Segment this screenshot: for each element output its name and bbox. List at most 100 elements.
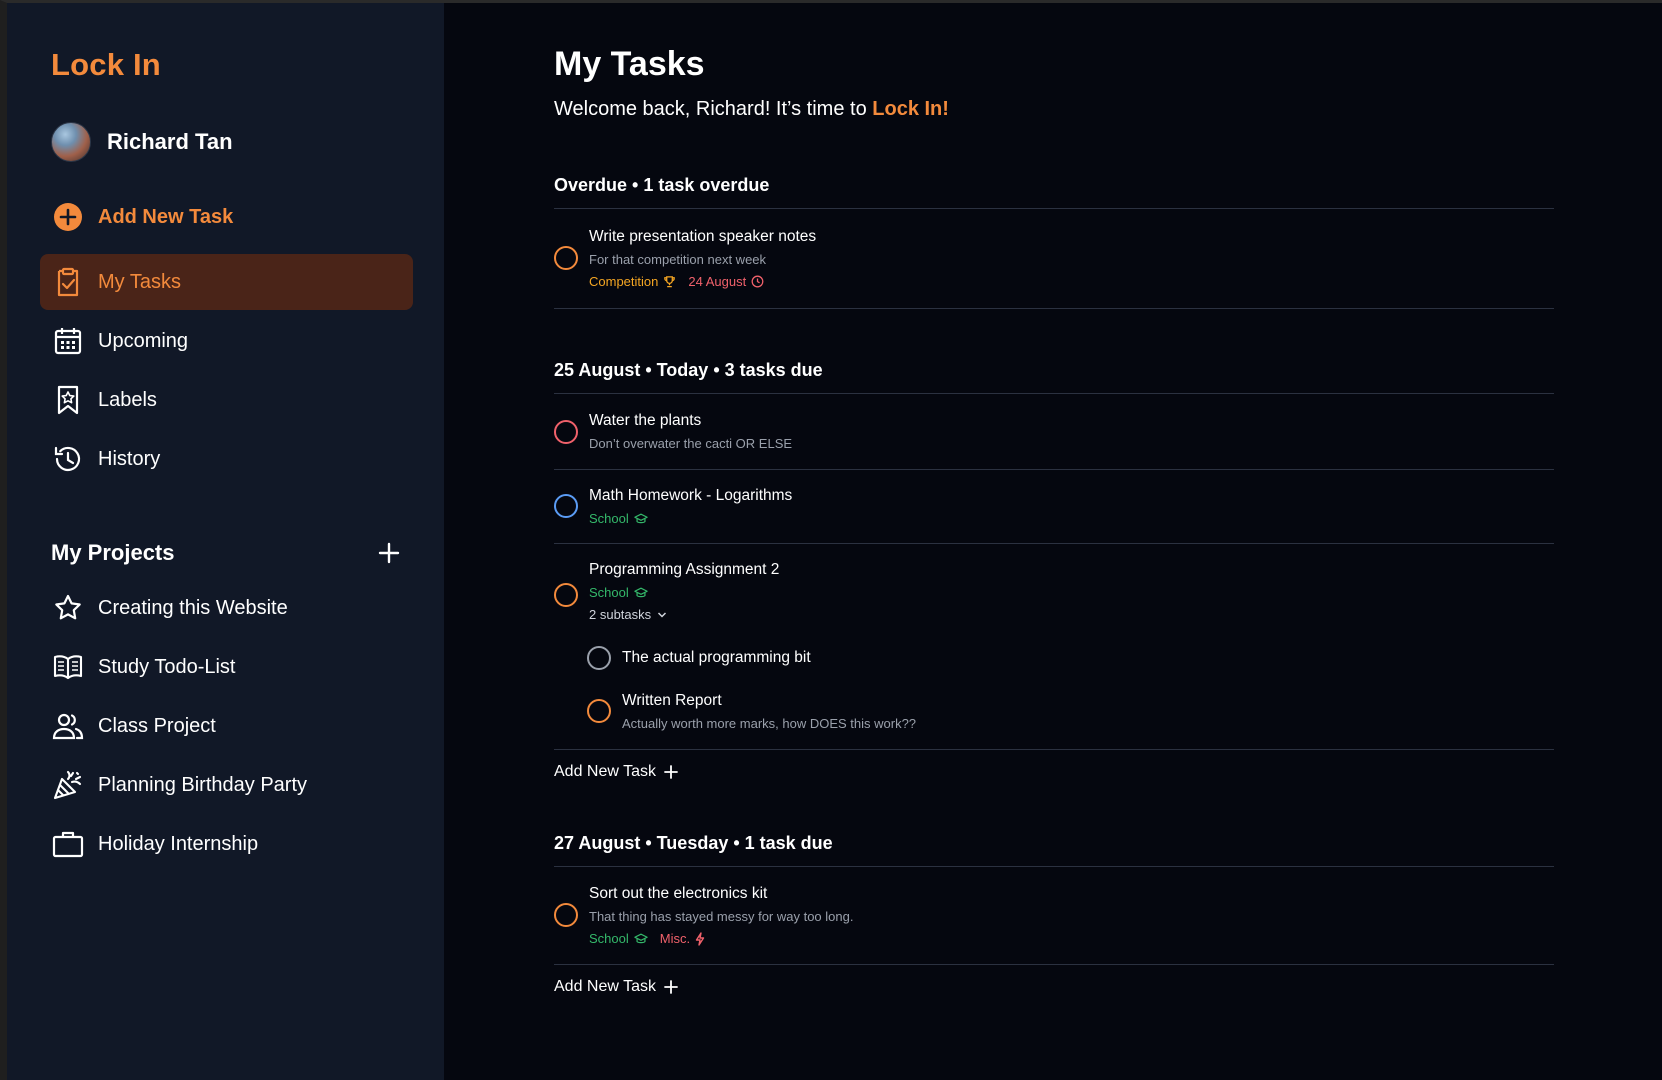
tag-label: School — [589, 511, 629, 526]
project-label: Creating this Website — [98, 596, 288, 619]
tag-due-date[interactable]: 24 August — [688, 274, 764, 289]
task-item[interactable]: Math Homework - Logarithms School — [554, 469, 1554, 543]
add-task-label: Add New Task — [554, 763, 656, 780]
subtask-complete-checkbox[interactable] — [587, 646, 611, 670]
project-label: Study Todo-List — [98, 655, 236, 678]
add-new-task-button[interactable]: Add New Task — [40, 189, 413, 245]
subtasks-count: 2 subtasks — [589, 607, 652, 622]
task-description: That thing has stayed messy for way too … — [589, 909, 854, 924]
add-task-label: Add New Task — [554, 978, 656, 995]
task-description: For that competition next week — [589, 252, 767, 267]
section-heading-overdue: Overdue • 1 task overdue — [554, 175, 770, 195]
welcome-accent: Lock In! — [872, 98, 949, 120]
task-description: Don’t overwater the cacti OR ELSE — [589, 436, 793, 451]
tag-misc[interactable]: Misc. — [660, 931, 705, 946]
project-item-creating-this-website[interactable]: Creating this Website — [40, 580, 413, 636]
avatar[interactable] — [51, 122, 91, 162]
subtask-complete-checkbox[interactable] — [587, 699, 611, 723]
divider — [554, 964, 1554, 965]
sidebar-item-label: My Tasks — [98, 270, 181, 293]
tag-label: 24 August — [688, 274, 747, 289]
projects-title: My Projects — [51, 540, 175, 565]
plus-circle-icon — [52, 201, 84, 233]
project-label: Planning Birthday Party — [98, 773, 308, 796]
task-complete-checkbox[interactable] — [554, 583, 578, 607]
graduation-cap-icon — [634, 587, 648, 597]
project-item-planning-birthday-party[interactable]: Planning Birthday Party — [40, 757, 413, 813]
projects-header: My Projects — [51, 539, 403, 567]
task-complete-checkbox[interactable] — [554, 246, 578, 270]
tag-school[interactable]: School — [589, 585, 648, 600]
sidebar-item-label: Labels — [98, 388, 157, 411]
tag-label: Competition — [589, 274, 659, 289]
task-tags: School — [589, 585, 660, 600]
subtasks-toggle[interactable]: 2 subtasks — [589, 607, 667, 622]
divider — [554, 308, 1554, 309]
project-item-class-project[interactable]: Class Project — [40, 698, 413, 754]
tag-school[interactable]: School — [589, 511, 648, 526]
sidebar-item-my-tasks[interactable]: My Tasks — [40, 254, 413, 310]
sidebar-item-labels[interactable]: Labels — [40, 372, 413, 428]
history-icon — [52, 443, 84, 475]
task-title: Programming Assignment 2 — [589, 561, 780, 578]
task-complete-checkbox[interactable] — [554, 494, 578, 518]
clock-icon — [751, 275, 764, 288]
plus-icon — [664, 980, 678, 994]
clipboard-check-icon — [52, 266, 84, 298]
bookmark-star-icon — [52, 384, 84, 416]
add-task-button-tuesday[interactable]: Add New Task — [554, 978, 678, 996]
task-title: Water the plants — [589, 412, 702, 429]
tag-label: School — [589, 585, 629, 600]
lightning-icon — [695, 931, 705, 946]
welcome-text: Welcome back, Richard! It’s time to — [554, 98, 873, 120]
sidebar-item-upcoming[interactable]: Upcoming — [40, 313, 413, 369]
plus-icon — [664, 765, 678, 779]
subtask-title: The actual programming bit — [622, 649, 811, 666]
task-item[interactable]: Sort out the electronics kit That thing … — [554, 866, 1554, 964]
task-title: Sort out the electronics kit — [589, 885, 768, 902]
task-complete-checkbox[interactable] — [554, 420, 578, 444]
welcome-message: Welcome back, Richard! It’s time to Lock… — [554, 98, 949, 121]
user-profile[interactable]: Richard Tan — [51, 121, 233, 163]
project-label: Class Project — [98, 714, 216, 737]
party-popper-icon — [52, 769, 84, 801]
task-item[interactable]: Water the plants Don’t overwater the cac… — [554, 393, 1554, 469]
task-tags: School Misc. — [589, 931, 717, 946]
divider — [554, 749, 1554, 750]
task-title: Math Homework - Logarithms — [589, 487, 793, 504]
sidebar-item-history[interactable]: History — [40, 431, 413, 487]
page-title: My Tasks — [554, 45, 705, 83]
task-tags: Competition 24 August — [589, 274, 776, 289]
tag-label: Misc. — [659, 931, 691, 946]
subtask-title: Written Report — [622, 692, 722, 709]
tag-school[interactable]: School — [589, 931, 648, 946]
task-title: Write presentation speaker notes — [589, 228, 817, 245]
plus-icon — [378, 542, 400, 564]
open-book-icon — [52, 651, 84, 683]
app-logo[interactable]: Lock In — [51, 47, 161, 83]
sidebar-item-label: Upcoming — [98, 329, 189, 352]
trophy-icon — [664, 276, 676, 288]
sidebar-item-label: History — [98, 447, 161, 470]
task-item[interactable]: Programming Assignment 2 School 2 subtas… — [554, 543, 1554, 749]
add-task-button-today[interactable]: Add New Task — [554, 763, 678, 781]
briefcase-icon — [52, 828, 84, 860]
task-complete-checkbox[interactable] — [554, 903, 578, 927]
task-item[interactable]: Write presentation speaker notes For tha… — [554, 208, 1554, 308]
tag-competition[interactable]: Competition — [589, 274, 676, 289]
task-tags: School — [589, 511, 660, 526]
star-icon — [52, 592, 84, 624]
project-item-study-todo-list[interactable]: Study Todo-List — [40, 639, 413, 695]
sidebar: Lock In Richard Tan Add New Task My Task… — [7, 3, 444, 1080]
graduation-cap-icon — [634, 933, 648, 943]
users-icon — [52, 710, 84, 742]
calendar-icon — [52, 325, 84, 357]
project-label: Holiday Internship — [98, 832, 259, 855]
chevron-down-icon — [658, 611, 667, 618]
add-new-task-label: Add New Task — [98, 205, 234, 228]
section-heading-today: 25 August • Today • 3 tasks due — [554, 360, 823, 380]
subtask-description: Actually worth more marks, how DOES this… — [622, 716, 917, 731]
project-item-holiday-internship[interactable]: Holiday Internship — [40, 816, 413, 872]
user-name: Richard Tan — [107, 129, 233, 154]
add-project-button[interactable] — [375, 539, 403, 567]
